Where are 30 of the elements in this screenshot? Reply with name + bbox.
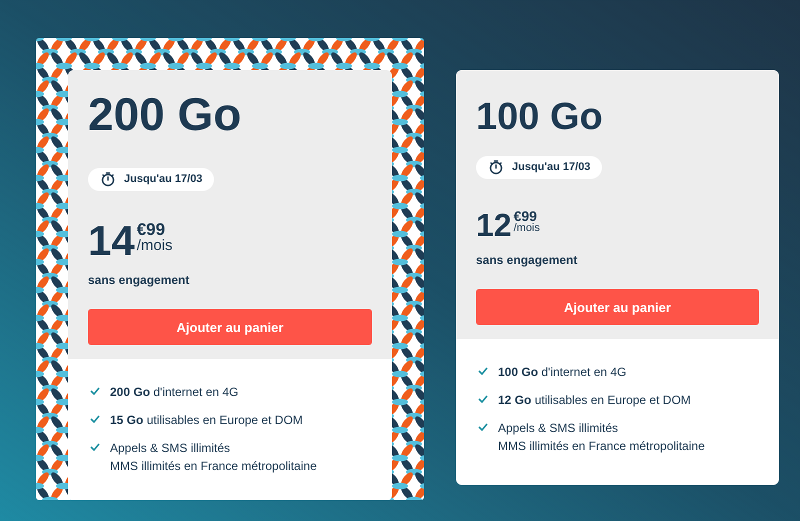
check-icon bbox=[478, 367, 488, 376]
feature-text: 15 Go utilisables en Europe et DOM bbox=[110, 412, 303, 430]
commitment-text: sans engagement bbox=[476, 252, 578, 270]
offer-badge: Jusqu'au 17/03 bbox=[88, 168, 214, 190]
plan-title: 200 Go bbox=[88, 87, 242, 142]
price-amount: 14 bbox=[88, 221, 135, 262]
add-to-cart-button[interactable]: Ajouter au panier bbox=[88, 309, 372, 346]
feature-text: 12 Go utilisables en Europe et DOM bbox=[498, 392, 691, 410]
check-icon bbox=[90, 387, 100, 396]
offer-badge: Jusqu'au 17/03 bbox=[476, 156, 602, 178]
check-icon bbox=[478, 395, 488, 404]
feature-text: 200 Go d'internet en 4G bbox=[110, 384, 238, 402]
commitment-text: sans engagement bbox=[88, 272, 190, 290]
price-cents: €99 bbox=[136, 221, 166, 238]
price-amount: 12 bbox=[476, 209, 512, 242]
check-icon bbox=[90, 415, 100, 424]
feature-detail: MMS illimités en France métropolitaine bbox=[498, 438, 705, 456]
price-period: /mois bbox=[514, 223, 540, 234]
check-icon bbox=[478, 423, 488, 432]
stopwatch-icon bbox=[100, 171, 116, 188]
feature-text: Appels & SMS illimités bbox=[498, 420, 620, 438]
check-icon bbox=[90, 443, 100, 452]
plan-title: 100 Go bbox=[476, 95, 604, 140]
feature-text: 100 Go d'internet en 4G bbox=[498, 364, 626, 382]
stopwatch-icon bbox=[488, 159, 504, 176]
feature-detail: MMS illimités en France métropolitaine bbox=[110, 458, 317, 476]
price-cents: €99 bbox=[514, 209, 537, 224]
add-to-cart-button[interactable]: Ajouter au panier bbox=[476, 289, 759, 326]
feature-text: Appels & SMS illimités bbox=[110, 440, 232, 458]
price-period: /mois bbox=[136, 238, 173, 254]
